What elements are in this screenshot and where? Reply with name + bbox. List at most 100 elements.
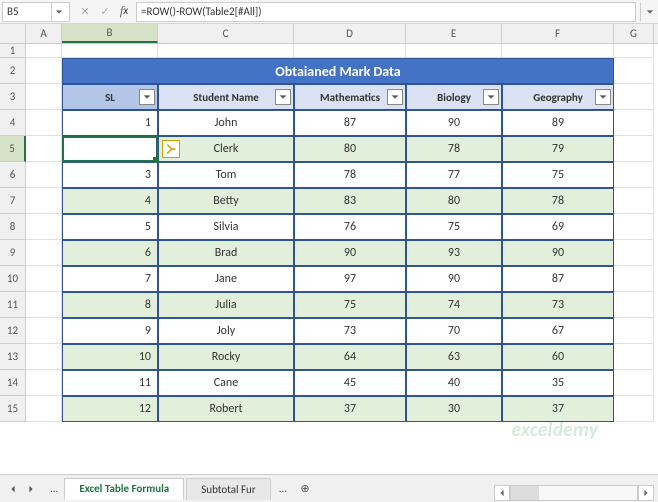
col-header-C[interactable]: C	[158, 24, 294, 43]
table-cell-name[interactable]: Joly	[158, 318, 294, 344]
cell[interactable]	[26, 136, 62, 162]
select-all-corner[interactable]	[0, 24, 26, 43]
cell[interactable]	[26, 188, 62, 214]
add-sheet-icon[interactable]: ⊕	[293, 482, 317, 495]
table-cell-sl[interactable]: 11	[62, 370, 158, 396]
row-header[interactable]: 10	[0, 266, 26, 292]
row-header[interactable]: 7	[0, 188, 26, 214]
cell[interactable]	[614, 188, 654, 214]
row-header[interactable]: 12	[0, 318, 26, 344]
cell[interactable]	[26, 162, 62, 188]
table-cell-geo[interactable]: 90	[502, 240, 614, 266]
table-cell-geo[interactable]: 35	[502, 370, 614, 396]
table-cell-geo[interactable]: 67	[502, 318, 614, 344]
table-cell-math[interactable]: 37	[294, 396, 406, 422]
cell[interactable]	[26, 240, 62, 266]
table-cell-name[interactable]: Brad	[158, 240, 294, 266]
row-header[interactable]: 15	[0, 396, 26, 422]
col-header-B[interactable]: B	[62, 24, 158, 43]
table-cell-name[interactable]: John	[158, 110, 294, 136]
table-cell-sl[interactable]: 12	[62, 396, 158, 422]
filter-icon[interactable]	[139, 89, 155, 105]
table-cell-math[interactable]: 83	[294, 188, 406, 214]
row-header[interactable]: 13	[0, 344, 26, 370]
table-cell-math[interactable]: 75	[294, 292, 406, 318]
table-cell-sl[interactable]: 5	[62, 214, 158, 240]
table-cell-sl[interactable]: 6	[62, 240, 158, 266]
row-header-1[interactable]: 1	[0, 44, 26, 58]
col-header-D[interactable]: D	[294, 24, 406, 43]
cell[interactable]	[614, 136, 654, 162]
table-cell-geo[interactable]: 60	[502, 344, 614, 370]
table-cell-geo[interactable]: 73	[502, 292, 614, 318]
tab-overflow-right[interactable]: ...	[273, 482, 293, 495]
autofill-smarttag-icon[interactable]	[162, 140, 180, 158]
col-header-A[interactable]: A	[26, 24, 62, 43]
table-cell-name[interactable]: Rocky	[158, 344, 294, 370]
fx-icon[interactable]: fx	[116, 3, 132, 19]
cell[interactable]	[26, 266, 62, 292]
row-header[interactable]: 4	[0, 110, 26, 136]
cell[interactable]	[614, 58, 654, 84]
table-cell-geo[interactable]: 89	[502, 110, 614, 136]
filter-icon[interactable]	[595, 89, 611, 105]
row-header[interactable]: 9	[0, 240, 26, 266]
cell[interactable]	[614, 370, 654, 396]
table-cell-bio[interactable]: 74	[406, 292, 502, 318]
table-cell-bio[interactable]: 78	[406, 136, 502, 162]
table-cell-sl[interactable]: 10	[62, 344, 158, 370]
cell[interactable]	[158, 44, 294, 58]
row-header[interactable]: 6	[0, 162, 26, 188]
cell[interactable]	[614, 344, 654, 370]
table-cell-sl[interactable]: 4	[62, 188, 158, 214]
table-cell-name[interactable]: Julia	[158, 292, 294, 318]
table-cell-name[interactable]: Cane	[158, 370, 294, 396]
scroll-track[interactable]	[510, 485, 638, 501]
table-cell-name[interactable]: Tom	[158, 162, 294, 188]
table-cell-math[interactable]: 78	[294, 162, 406, 188]
table-cell-bio[interactable]: 70	[406, 318, 502, 344]
table-cell-sl[interactable]: 7	[62, 266, 158, 292]
row-header-2[interactable]: 2	[0, 58, 26, 84]
name-box[interactable]: B5	[2, 2, 70, 22]
filter-icon[interactable]	[387, 89, 403, 105]
table-cell-math[interactable]: 76	[294, 214, 406, 240]
cell[interactable]	[26, 318, 62, 344]
tab-active[interactable]: Excel Table Formula	[64, 478, 184, 500]
cell[interactable]	[614, 214, 654, 240]
row-header[interactable]: 5	[0, 136, 26, 162]
cell[interactable]	[26, 292, 62, 318]
scroll-right-icon[interactable]	[638, 485, 654, 501]
cell[interactable]	[614, 318, 654, 344]
scroll-thumb[interactable]	[511, 486, 539, 500]
row-header[interactable]: 8	[0, 214, 26, 240]
horizontal-scrollbar[interactable]	[494, 484, 654, 502]
row-header-3[interactable]: 3	[0, 84, 26, 110]
cell[interactable]	[26, 370, 62, 396]
cell[interactable]	[26, 84, 62, 110]
tab-overflow-left[interactable]: ...	[44, 482, 64, 495]
col-header-G[interactable]: G	[614, 24, 654, 43]
tab-other[interactable]: Subtotal Fur	[186, 478, 270, 500]
table-cell-geo[interactable]: 87	[502, 266, 614, 292]
table-cell-geo[interactable]: 75	[502, 162, 614, 188]
name-box-dropdown[interactable]	[51, 3, 65, 21]
table-cell-sl[interactable]: 2	[62, 136, 158, 162]
cell[interactable]	[26, 44, 62, 58]
row-header[interactable]: 14	[0, 370, 26, 396]
table-cell-math[interactable]: 45	[294, 370, 406, 396]
formula-input[interactable]: =ROW()-ROW(Table2[#All])	[136, 2, 636, 22]
cell[interactable]	[614, 292, 654, 318]
table-cell-sl[interactable]: 1	[62, 110, 158, 136]
table-cell-bio[interactable]: 63	[406, 344, 502, 370]
header-geo[interactable]: Geography	[502, 84, 614, 110]
table-cell-sl[interactable]: 3	[62, 162, 158, 188]
table-cell-math[interactable]: 64	[294, 344, 406, 370]
table-cell-bio[interactable]: 90	[406, 110, 502, 136]
cell[interactable]	[614, 84, 654, 110]
table-cell-geo[interactable]: 78	[502, 188, 614, 214]
table-cell-name[interactable]: Betty	[158, 188, 294, 214]
header-bio[interactable]: Biology	[406, 84, 502, 110]
cell[interactable]	[614, 110, 654, 136]
header-name[interactable]: Student Name	[158, 84, 294, 110]
